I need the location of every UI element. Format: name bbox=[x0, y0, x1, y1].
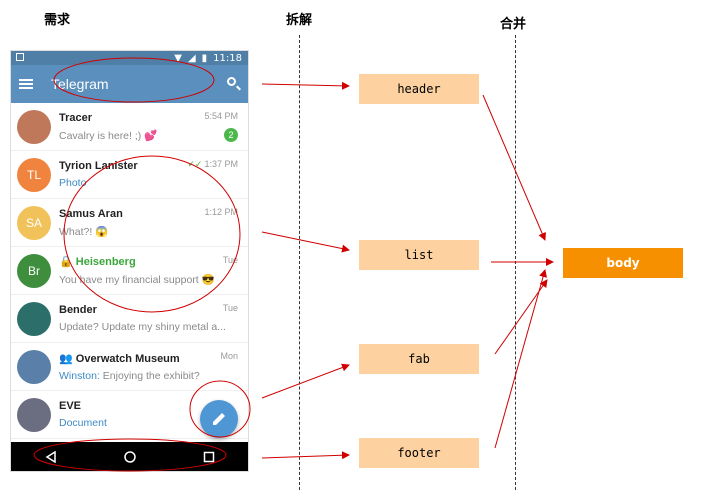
highlight-ellipse-footer bbox=[33, 438, 227, 472]
arrow-list bbox=[261, 231, 350, 253]
highlight-ellipse-list bbox=[63, 155, 241, 313]
box-footer: footer bbox=[359, 438, 479, 468]
arrow-header-to-body bbox=[482, 94, 546, 241]
arrow-footer-to-body bbox=[494, 269, 547, 449]
box-header: header bbox=[359, 74, 479, 104]
arrow-fab bbox=[261, 363, 350, 399]
box-fab: fab bbox=[359, 344, 479, 374]
arrow-header bbox=[261, 81, 350, 90]
box-list: list bbox=[359, 240, 479, 270]
highlight-ellipse-fab bbox=[189, 380, 251, 438]
arrow-footer bbox=[261, 451, 350, 460]
highlight-ellipse-header bbox=[53, 57, 215, 103]
box-body: body bbox=[563, 248, 683, 278]
